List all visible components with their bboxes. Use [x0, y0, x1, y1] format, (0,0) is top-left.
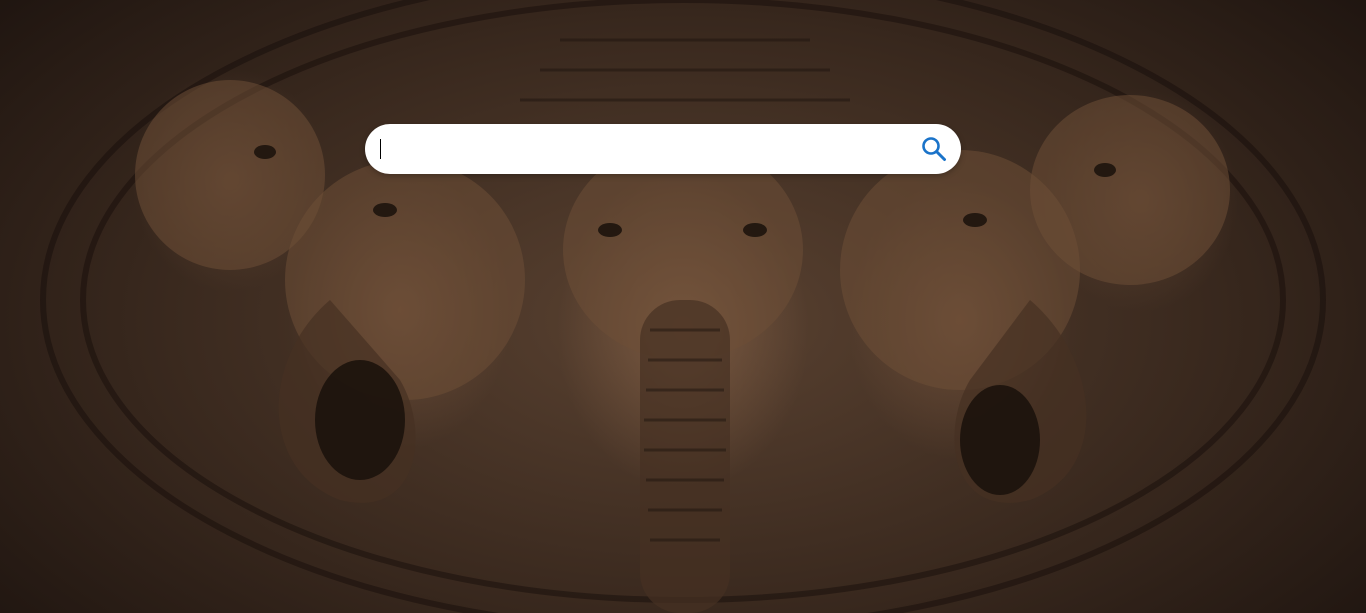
- search-icon: [922, 137, 946, 161]
- background-image: [40, 0, 1326, 613]
- new-tab-page: [0, 0, 1366, 613]
- search-input[interactable]: [381, 133, 919, 165]
- text-caret: [380, 139, 381, 159]
- search-bar: [365, 124, 961, 174]
- search-button[interactable]: [919, 134, 949, 164]
